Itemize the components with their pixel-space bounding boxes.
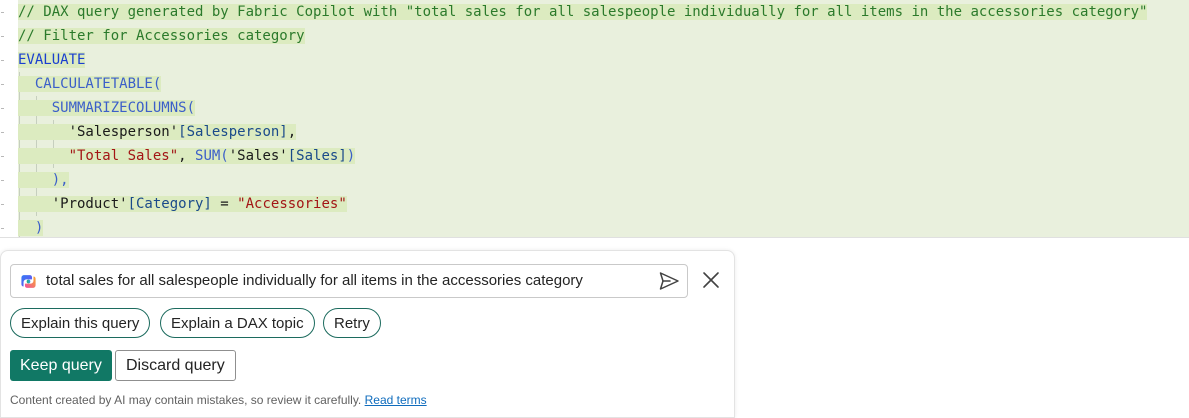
code-line-content: EVALUATE [18,52,86,68]
code-token: 'Product' [18,196,128,212]
code-line: 'Product'[Category] = "Accessories" [18,192,347,216]
code-line: CALCULATETABLE( [18,72,162,96]
code-token: 'Sales' [228,148,288,164]
code-token: ) [346,148,356,164]
editor-divider [0,237,1189,238]
copilot-panel: total sales for all salespeople individu… [0,250,735,418]
code-token: EVALUATE [18,52,86,68]
code-token: , [178,148,196,164]
code-token: SUMMARIZECOLUMNS( [18,100,196,116]
code-line: SUMMARIZECOLUMNS( [18,96,196,120]
explain-query-chip[interactable]: Explain this query [10,308,151,338]
code-area[interactable]: // DAX query generated by Fabric Copilot… [18,0,1189,238]
explain-dax-topic-chip[interactable]: Explain a DAX topic [160,308,315,338]
discard-query-button[interactable]: Discard query [115,350,236,381]
code-token: 'Salesperson' [18,124,179,140]
retry-chip[interactable]: Retry [323,308,381,338]
ai-disclaimer: Content created by AI may contain mistak… [10,393,427,407]
code-token: , [287,124,297,140]
code-token: // DAX query generated by Fabric Copilot… [18,4,1148,20]
code-token: SUM( [195,148,229,164]
code-token: "Total Sales" [68,148,179,164]
code-token: = [211,196,238,212]
prompt-text[interactable]: total sales for all salespeople individu… [46,265,583,297]
code-line-content: // Filter for Accessories category [18,28,305,44]
code-token: CALCULATETABLE( [18,76,162,92]
code-line-content: 'Salesperson'[Salesperson], [18,124,297,140]
disclaimer-text: Content created by AI may contain mistak… [10,393,362,407]
read-terms-link[interactable]: Read terms [365,393,427,407]
copilot-logo-icon [21,275,36,288]
prompt-input-box[interactable]: total sales for all salespeople individu… [10,264,688,298]
code-token: [Salesperson] [178,124,288,140]
code-line-content: 'Product'[Category] = "Accessories" [18,196,347,212]
code-token: [Category] [127,196,212,212]
send-icon[interactable] [657,269,681,293]
code-line: ), [18,168,69,192]
code-token: // Filter for Accessories category [18,28,305,44]
code-line: // Filter for Accessories category [18,24,305,48]
code-line-content: SUMMARIZECOLUMNS( [18,100,196,116]
code-line: 'Salesperson'[Salesperson], [18,120,297,144]
code-line: "Total Sales", SUM('Sales'[Sales]) [18,144,356,168]
code-line-content: CALCULATETABLE( [18,76,162,92]
close-icon[interactable] [699,268,723,292]
dax-query-editor[interactable]: // DAX query generated by Fabric Copilot… [0,0,1189,238]
code-line-content: // DAX query generated by Fabric Copilot… [18,4,1148,20]
keep-query-button[interactable]: Keep query [10,350,112,381]
code-line-content: "Total Sales", SUM('Sales'[Sales]) [18,148,356,164]
code-token: ) [18,220,44,236]
editor-gutter [0,0,6,238]
code-line-content: ) [18,220,44,236]
code-line-content: ), [18,172,69,188]
code-line: EVALUATE [18,48,86,72]
code-line: // DAX query generated by Fabric Copilot… [18,0,1148,24]
code-token: [Sales] [287,148,347,164]
code-token: ), [18,172,69,188]
code-token: "Accessories" [237,196,347,212]
